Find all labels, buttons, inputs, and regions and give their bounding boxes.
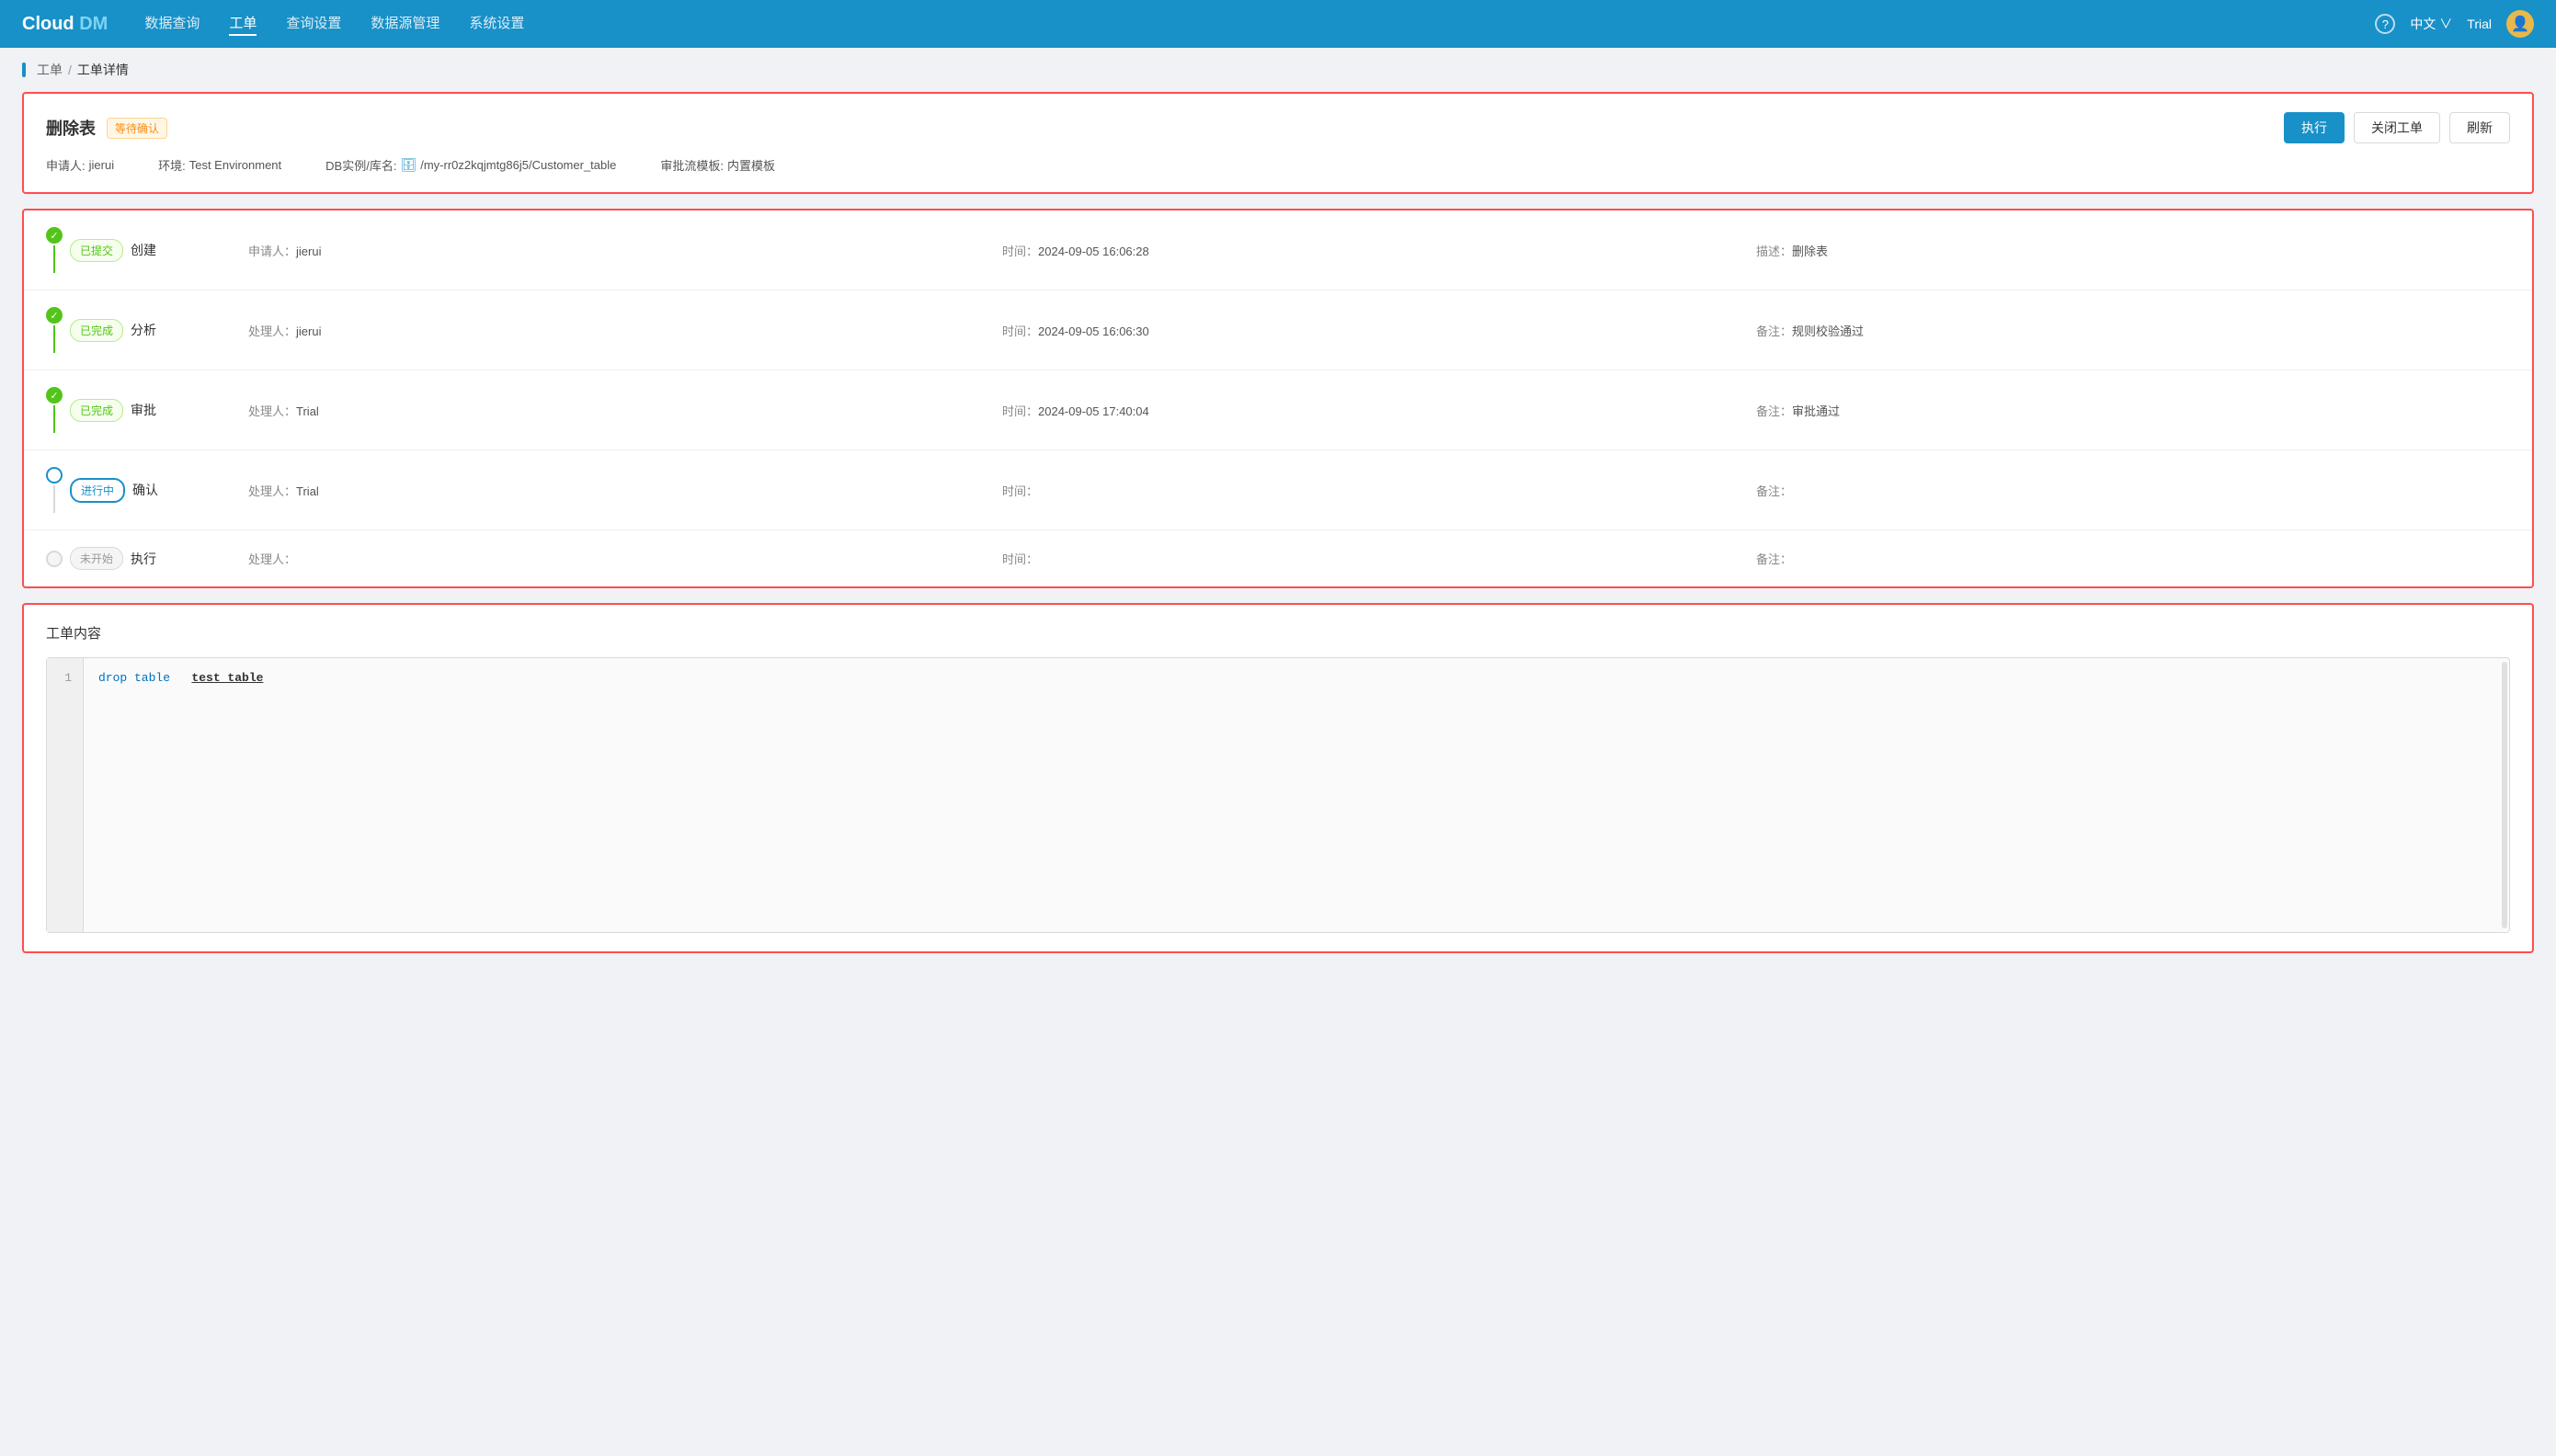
step-time-1: 时间：2024-09-05 16:06:28: [1002, 242, 1756, 259]
env-label: 环境:: [158, 156, 186, 174]
step-name-1: 创建: [131, 241, 156, 259]
step-status-5: 未开始: [70, 547, 123, 570]
main-content: 删除表 等待确认 执行 关闭工单 刷新 申请人: jierui 环境: Test…: [0, 92, 2556, 975]
workflow-step-5: 未开始 执行 处理人： 时间： 备注：: [24, 530, 2532, 586]
step-handler-3: 处理人：Trial: [248, 402, 1002, 419]
step-info-5: 未开始 执行: [46, 547, 248, 570]
close-workorder-button[interactable]: 关闭工单: [2354, 112, 2440, 143]
trial-label: Trial: [2467, 17, 2492, 31]
step-info-4: 进行中 确认: [46, 467, 248, 513]
content-card: 工单内容 1 drop table test_table: [22, 603, 2534, 953]
step-time-3: 时间：2024-09-05 17:40:04: [1002, 402, 1756, 419]
nav-data-query[interactable]: 数据查询: [144, 13, 200, 36]
help-icon[interactable]: ?: [2375, 14, 2395, 34]
env-field: 环境: Test Environment: [158, 156, 281, 174]
content-title: 工单内容: [46, 623, 2510, 643]
env-value: Test Environment: [189, 158, 281, 172]
step-note-1: 描述：删除表: [1756, 242, 2510, 259]
step-note-2: 备注：规则校验通过: [1756, 322, 2510, 339]
step-status-4: 进行中: [70, 478, 125, 503]
navbar: Cloud DM 数据查询 工单 查询设置 数据源管理 系统设置 ? 中文 ∨ …: [0, 0, 2556, 48]
header-meta: 申请人: jierui 环境: Test Environment DB实例/库名…: [46, 156, 2510, 174]
execute-button[interactable]: 执行: [2284, 112, 2345, 143]
step-info-3: ✓ 已完成 审批: [46, 387, 248, 433]
step-status-2: 已完成: [70, 319, 123, 342]
nav-work-order[interactable]: 工单: [229, 13, 257, 36]
breadcrumb-separator: /: [68, 63, 72, 77]
navbar-right: ? 中文 ∨ Trial 👤: [2375, 10, 2534, 38]
step-name-3: 审批: [131, 401, 156, 419]
avatar[interactable]: 👤: [2506, 10, 2534, 38]
page-title: 删除表: [46, 116, 96, 140]
step-name-4: 确认: [132, 481, 158, 499]
template-value: 内置模板: [727, 156, 775, 174]
template-field: 审批流模板: 内置模板: [660, 156, 775, 174]
code-editor[interactable]: 1 drop table test_table: [46, 657, 2510, 933]
step-time-4: 时间：: [1002, 482, 1756, 499]
workflow-list: ✓ 已提交 创建 申请人：jierui 时间：2024-09-05 16:06:…: [24, 210, 2532, 586]
step-note-4: 备注：: [1756, 482, 2510, 499]
status-badge: 等待确认: [107, 118, 167, 139]
step-status-3: 已完成: [70, 399, 123, 422]
code-keyword: drop table: [98, 671, 170, 685]
workflow-step-4: 进行中 确认 处理人：Trial 时间： 备注：: [24, 450, 2532, 530]
applicant-field: 申请人: jierui: [46, 156, 114, 174]
scrollbar[interactable]: [2502, 662, 2507, 928]
step-name-5: 执行: [131, 550, 156, 568]
step-handler-1: 申请人：jierui: [248, 242, 1002, 259]
applicant-label: 申请人:: [46, 156, 86, 174]
logo: Cloud DM: [22, 14, 108, 35]
step-icon-2: ✓: [46, 307, 63, 324]
step-info-1: ✓ 已提交 创建: [46, 227, 248, 273]
applicant-value: jierui: [89, 158, 114, 172]
step-time-2: 时间：2024-09-05 16:06:30: [1002, 322, 1756, 339]
breadcrumb-current: 工单详情: [77, 61, 129, 79]
step-icon-1: ✓: [46, 227, 63, 244]
step-handler-4: 处理人：Trial: [248, 482, 1002, 499]
step-handler-2: 处理人：jierui: [248, 322, 1002, 339]
workflow-card: ✓ 已提交 创建 申请人：jierui 时间：2024-09-05 16:06:…: [22, 209, 2534, 588]
workflow-step-2: ✓ 已完成 分析 处理人：jierui 时间：2024-09-05 16:06:…: [24, 290, 2532, 370]
db-icon: 🗄: [400, 157, 416, 173]
db-label: DB实例/库名:: [325, 156, 396, 174]
line-numbers: 1: [47, 658, 84, 932]
code-line-1: drop table test_table: [98, 667, 2485, 688]
language-selector[interactable]: 中文 ∨: [2410, 15, 2452, 33]
step-name-2: 分析: [131, 321, 156, 339]
line-number-1: 1: [58, 667, 72, 688]
header-actions: 执行 关闭工单 刷新: [2284, 112, 2510, 143]
breadcrumb: 工单 / 工单详情: [0, 48, 2556, 92]
refresh-button[interactable]: 刷新: [2449, 112, 2510, 143]
code-content[interactable]: drop table test_table: [84, 658, 2500, 932]
step-icon-5: [46, 551, 63, 567]
step-note-5: 备注：: [1756, 550, 2510, 567]
breadcrumb-root[interactable]: 工单: [37, 61, 63, 79]
workflow-step-3: ✓ 已完成 审批 处理人：Trial 时间：2024-09-05 17:40:0…: [24, 370, 2532, 450]
nav-menu: 数据查询 工单 查询设置 数据源管理 系统设置: [144, 13, 2375, 36]
header-card: 删除表 等待确认 执行 关闭工单 刷新 申请人: jierui 环境: Test…: [22, 92, 2534, 194]
title-row: 删除表 等待确认: [46, 116, 167, 140]
db-field: DB实例/库名: 🗄 /my-rr0z2kqjmtg86j5/Customer_…: [325, 156, 616, 174]
header-card-top: 删除表 等待确认 执行 关闭工单 刷新: [46, 112, 2510, 143]
step-icon-4: [46, 467, 63, 483]
step-note-3: 备注：审批通过: [1756, 402, 2510, 419]
step-status-1: 已提交: [70, 239, 123, 262]
nav-datasource[interactable]: 数据源管理: [371, 13, 439, 36]
db-path: /my-rr0z2kqjmtg86j5/Customer_table: [420, 158, 616, 172]
nav-system-settings[interactable]: 系统设置: [469, 13, 524, 36]
code-table-name: test_table: [191, 671, 263, 685]
template-label: 审批流模板:: [660, 156, 724, 174]
step-handler-5: 处理人：: [248, 550, 1002, 567]
step-icon-3: ✓: [46, 387, 63, 404]
workflow-step-1: ✓ 已提交 创建 申请人：jierui 时间：2024-09-05 16:06:…: [24, 210, 2532, 290]
step-time-5: 时间：: [1002, 550, 1756, 567]
breadcrumb-bar: [22, 63, 26, 77]
nav-query-settings[interactable]: 查询设置: [286, 13, 341, 36]
step-info-2: ✓ 已完成 分析: [46, 307, 248, 353]
